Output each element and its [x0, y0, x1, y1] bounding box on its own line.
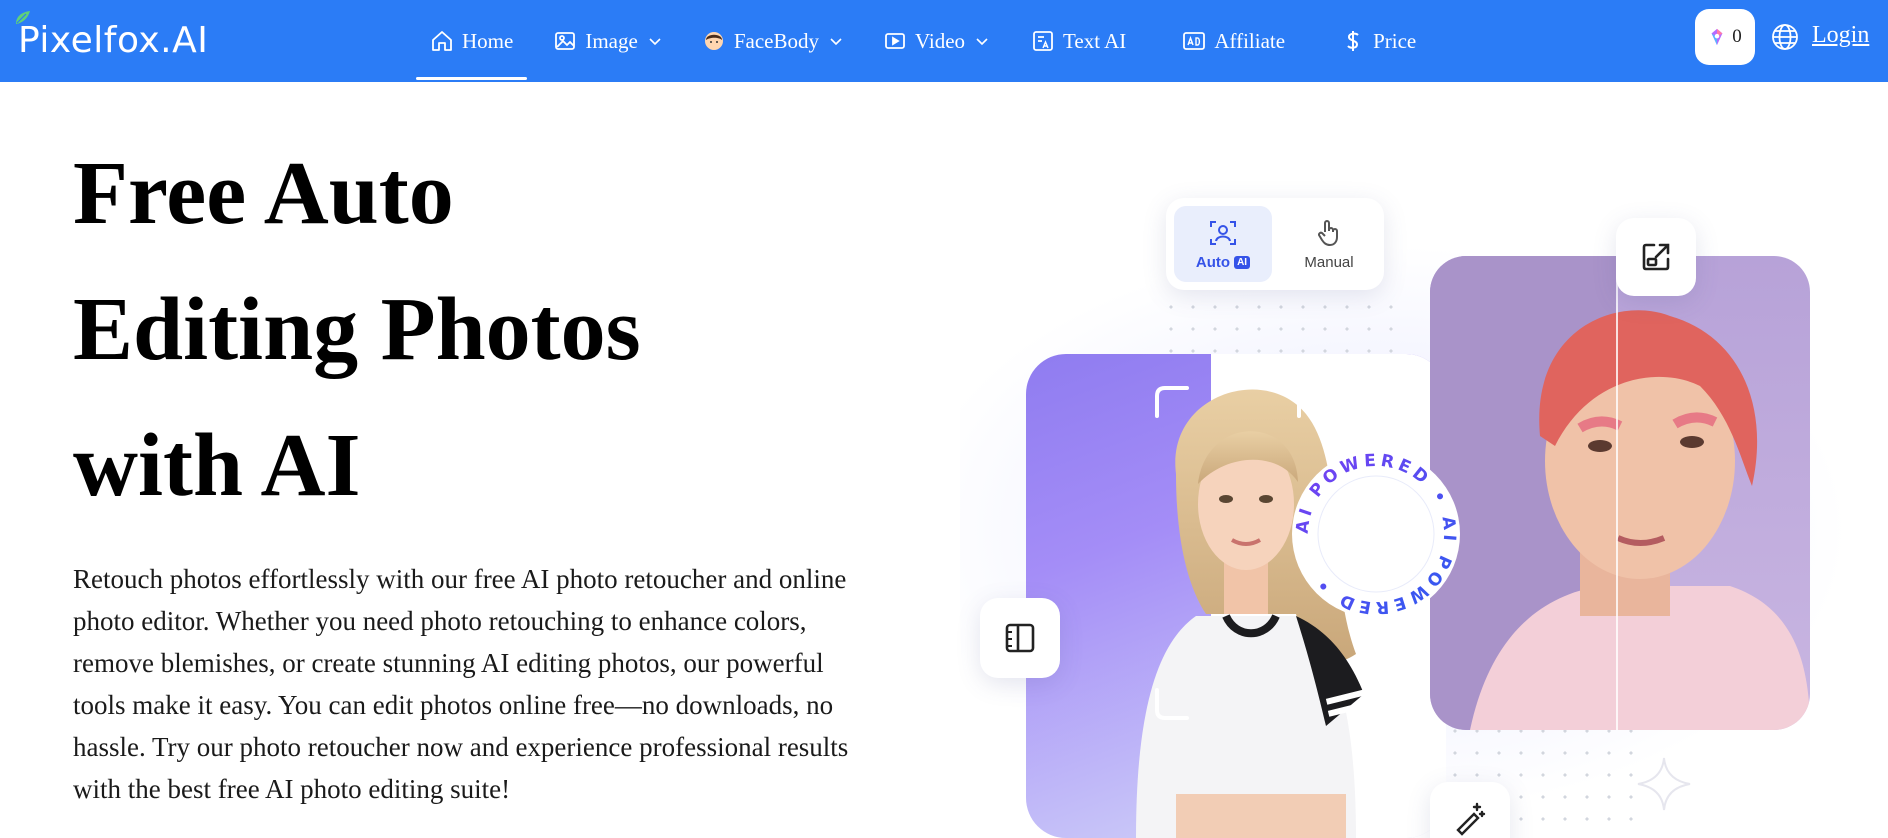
chevron-down-icon	[649, 38, 661, 46]
nav-text-ai[interactable]: Text AI	[1017, 0, 1140, 82]
hero-description: Retouch photos effortlessly with our fre…	[73, 558, 953, 810]
face-detect-frame	[1155, 386, 1301, 720]
nav-video[interactable]: Video	[869, 0, 1003, 82]
credits-badge[interactable]: 0	[1695, 9, 1755, 65]
hero-title: Free Auto Editing Photos with AI	[73, 126, 833, 534]
nav-image[interactable]: Image	[539, 0, 675, 82]
mode-auto-button[interactable]: Auto AI	[1174, 206, 1272, 282]
hero-description-line: Retouch photos effortlessly with our fre…	[73, 564, 847, 594]
compare-icon	[1005, 623, 1035, 653]
image-icon	[555, 32, 576, 50]
hero-title-line: Editing Photos	[73, 280, 641, 379]
ad-icon	[1183, 32, 1206, 50]
ai-badge: AI	[1234, 255, 1251, 269]
hero-title-line: with AI	[73, 416, 361, 515]
compare-button[interactable]	[980, 598, 1060, 678]
magic-wand-icon	[1456, 802, 1486, 836]
top-navigation-bar: Pixelfox.AI Home Image FaceBody Video Te…	[0, 0, 1888, 82]
chevron-down-icon	[976, 38, 988, 46]
nav-price[interactable]: Price	[1327, 0, 1430, 82]
expand-button[interactable]	[1616, 218, 1696, 296]
leaf-icon	[16, 10, 30, 24]
dollar-icon	[1347, 31, 1359, 51]
hero-title-line: Free Auto	[73, 144, 454, 243]
hero-illustration: Auto AI Manual AI POWERED • AI POWERED •	[960, 160, 1888, 838]
after-photo	[1430, 256, 1810, 730]
face-icon	[704, 32, 723, 50]
chevron-down-icon	[830, 38, 842, 46]
logo[interactable]: Pixelfox.AI	[16, 10, 209, 62]
globe-icon[interactable]	[1770, 22, 1800, 52]
expand-icon	[1642, 243, 1670, 271]
hero-description-line: hassle. Try our photo retoucher now and …	[73, 732, 849, 762]
magic-wand-button[interactable]	[1430, 782, 1510, 838]
nav-image-label: Image	[585, 28, 638, 53]
credit-gem-icon	[1711, 28, 1723, 46]
nav-text-ai-label: Text AI	[1063, 28, 1127, 53]
video-icon	[885, 33, 905, 49]
main-nav: Home Image FaceBody Video Text AI Affili…	[416, 0, 1430, 82]
mode-switcher: Auto AI Manual	[1166, 198, 1384, 290]
hero-description-line: with the best free AI photo editing suit…	[73, 774, 511, 804]
nav-affiliate[interactable]: Affiliate	[1168, 0, 1299, 82]
ai-powered-badge: AI POWERED • AI POWERED •	[1292, 450, 1460, 618]
hero-description-line: remove blemishes, or create stunning AI …	[73, 648, 824, 678]
nav-home[interactable]: Home	[416, 0, 528, 82]
credits-count: 0	[1732, 26, 1742, 47]
nav-video-label: Video	[914, 28, 966, 53]
logo-text: Pixelfox.AI	[18, 19, 209, 61]
nav-home-label: Home	[462, 28, 514, 53]
login-link[interactable]: Login	[1812, 22, 1869, 49]
mode-auto-label: Auto	[1195, 253, 1231, 271]
mode-manual-label: Manual	[1304, 253, 1354, 271]
hero-description-line: tools make it easy. You can edit photos …	[73, 690, 834, 720]
sparkle-icon	[1637, 757, 1691, 811]
face-scan-icon	[1210, 220, 1236, 245]
hero-description-line: photo editor. Whether you need photo ret…	[73, 606, 807, 636]
compare-divider[interactable]	[1616, 256, 1618, 730]
nav-price-label: Price	[1373, 28, 1417, 53]
nav-affiliate-label: Affiliate	[1214, 28, 1286, 53]
nav-facebody-label: FaceBody	[733, 28, 819, 53]
home-icon	[432, 31, 452, 51]
portrait-illustration	[1430, 256, 1810, 730]
text-ai-icon	[1033, 31, 1053, 51]
nav-facebody[interactable]: FaceBody	[688, 0, 857, 82]
mode-manual-button[interactable]: Manual	[1280, 206, 1378, 282]
hand-pointer-icon	[1318, 219, 1338, 246]
